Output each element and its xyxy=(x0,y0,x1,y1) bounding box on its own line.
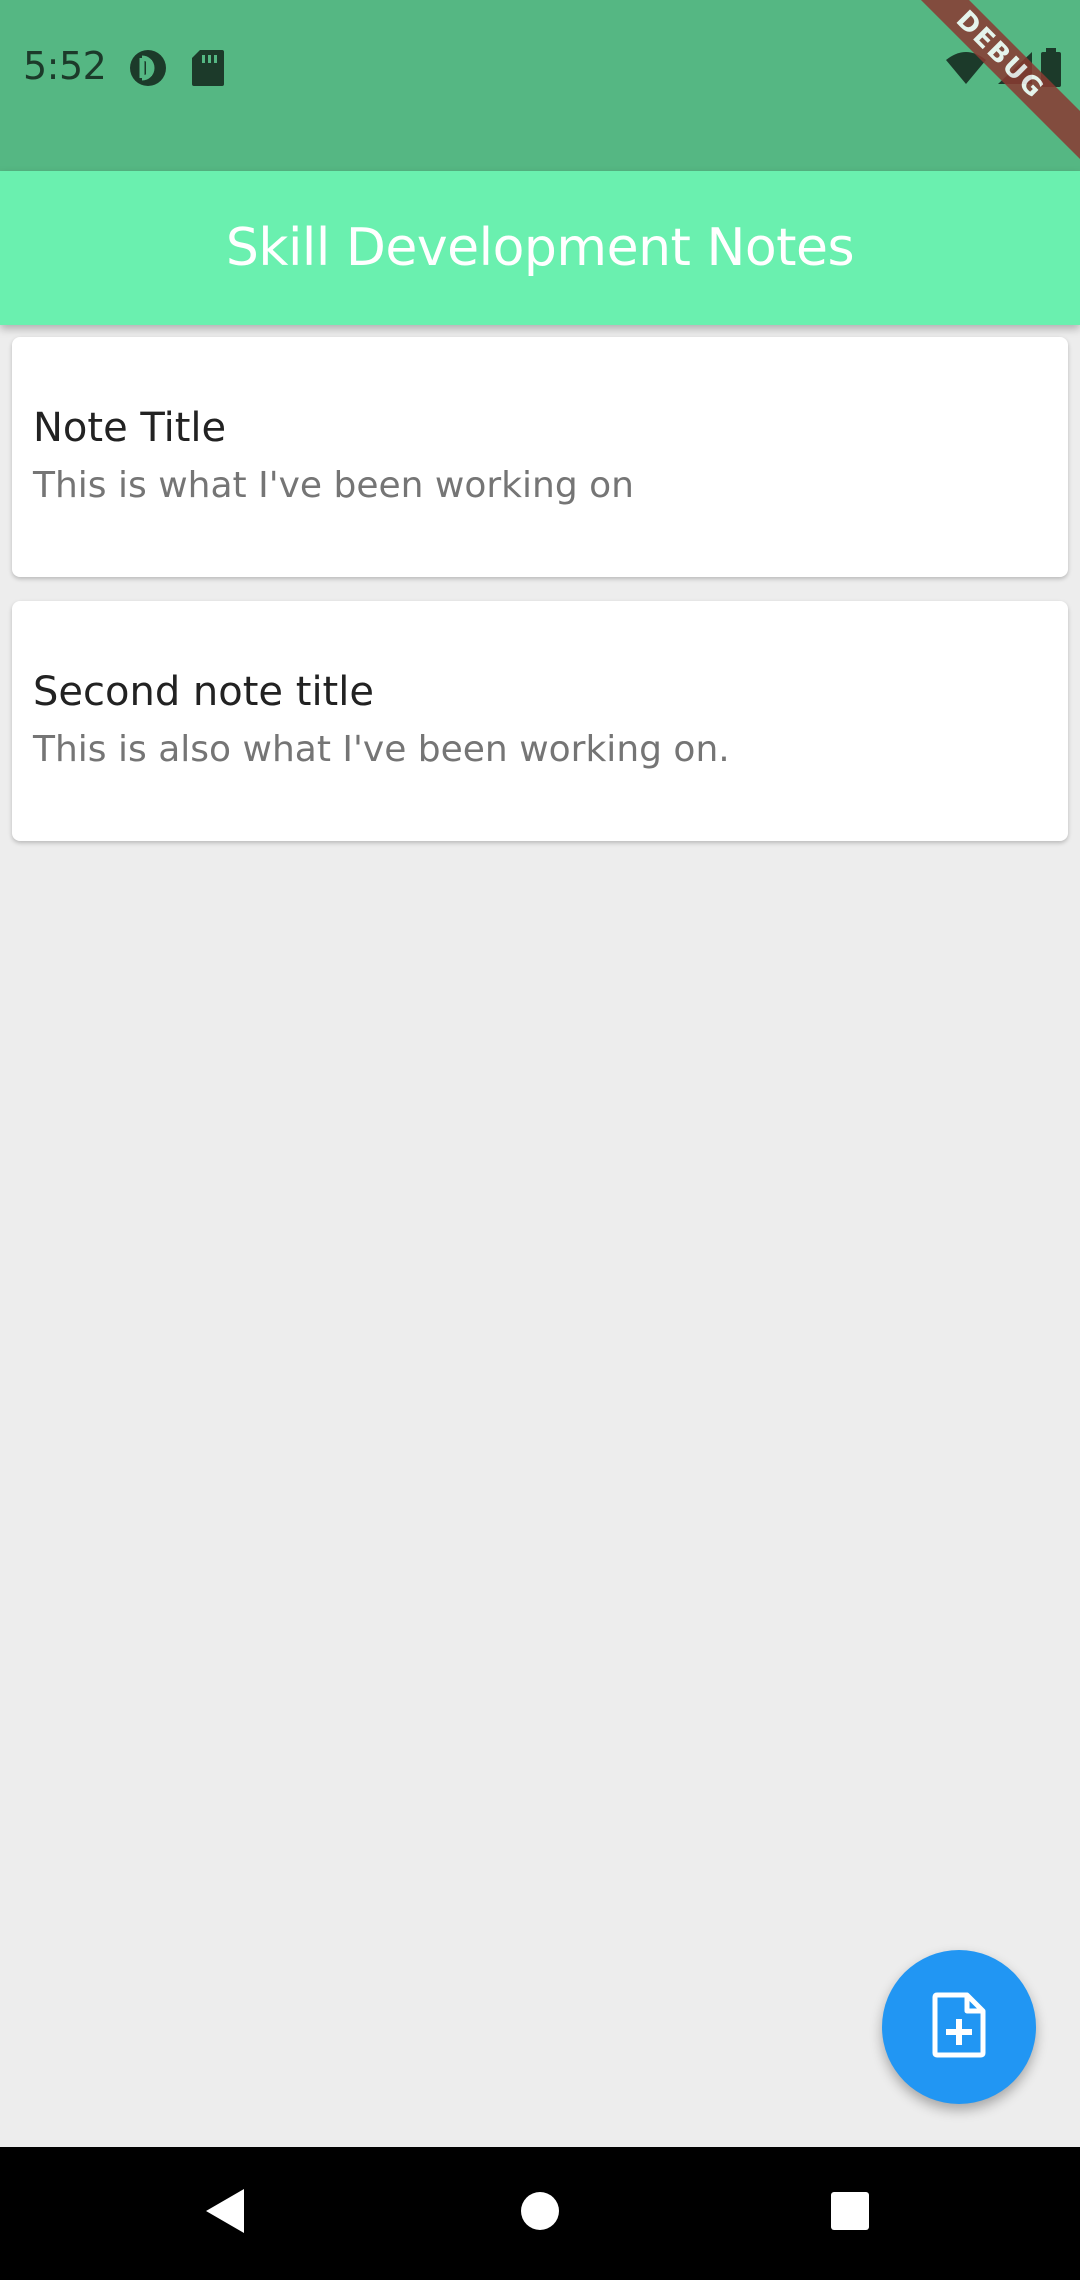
back-button[interactable] xyxy=(186,2173,266,2253)
note-body: This is also what I've been working on. xyxy=(33,729,730,770)
app-screen: 5:52 DEBUG Skill Development Notes Note … xyxy=(0,0,1080,2280)
note-body: This is what I've been working on xyxy=(33,465,634,506)
status-bar: 5:52 DEBUG xyxy=(0,0,1080,174)
note-card[interactable]: Note Title This is what I've been workin… xyxy=(12,337,1068,577)
home-icon xyxy=(520,2191,560,2236)
note-title: Second note title xyxy=(33,669,374,715)
add-note-button[interactable] xyxy=(882,1950,1036,2104)
note-card[interactable]: Second note title This is also what I've… xyxy=(12,601,1068,841)
recents-button[interactable] xyxy=(810,2173,890,2253)
app-title: Skill Development Notes xyxy=(225,218,855,278)
home-button[interactable] xyxy=(500,2173,580,2253)
sync-icon xyxy=(128,48,168,93)
note-title: Note Title xyxy=(33,405,227,451)
navigation-bar xyxy=(0,2147,1080,2280)
recents-icon xyxy=(830,2191,870,2236)
status-time: 5:52 xyxy=(23,44,107,88)
sd-card-icon xyxy=(190,48,226,93)
back-icon xyxy=(204,2187,248,2240)
app-bar: Skill Development Notes xyxy=(0,171,1080,325)
note-add-icon xyxy=(931,1992,987,2063)
